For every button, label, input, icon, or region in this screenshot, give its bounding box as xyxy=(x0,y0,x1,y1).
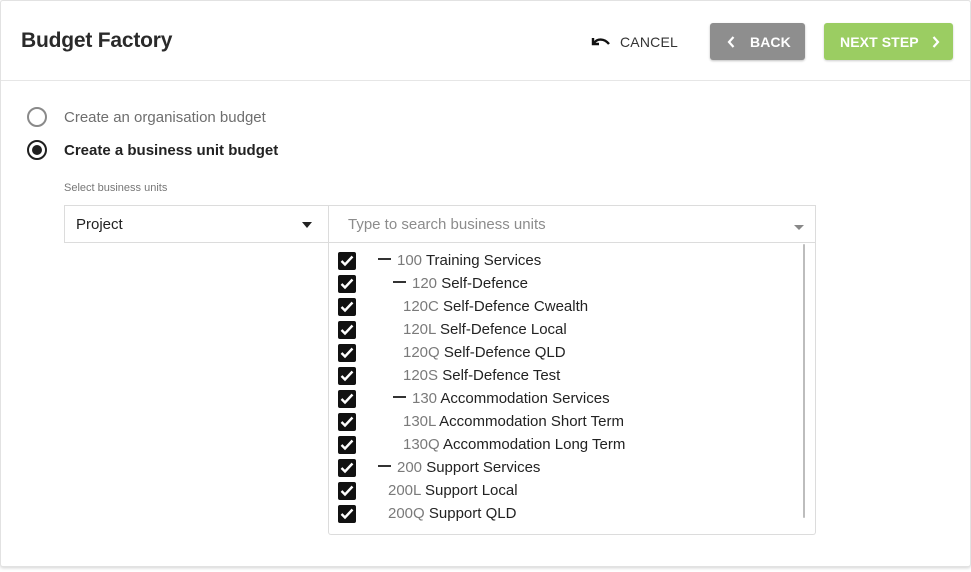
page-title: Budget Factory xyxy=(21,29,173,52)
radio-button[interactable] xyxy=(27,107,47,127)
cancel-label: CANCEL xyxy=(620,34,678,50)
next-step-button[interactable]: NEXT STEP xyxy=(824,23,953,60)
collapse-dash-icon[interactable] xyxy=(378,465,391,468)
next-step-label: NEXT STEP xyxy=(840,33,919,50)
checkbox-checked[interactable] xyxy=(338,252,356,270)
tree-item-label[interactable]: 200L Support Local xyxy=(388,482,518,500)
checkbox-checked[interactable] xyxy=(338,413,356,431)
back-label: BACK xyxy=(750,33,791,50)
tree-item-label[interactable]: 120L Self-Defence Local xyxy=(403,321,567,339)
tree-item-label[interactable]: 130Q Accommodation Long Term xyxy=(403,436,625,454)
budget-wizard-card: Budget Factory CANCEL BACK NEXT STEP Cre… xyxy=(0,0,971,567)
collapse-dash-icon[interactable] xyxy=(393,281,406,284)
radio-organisation-budget[interactable]: Create an organisation budget xyxy=(27,107,266,127)
collapse-dash-icon[interactable] xyxy=(378,258,391,261)
tree-item-label[interactable]: 200 Support Services xyxy=(378,459,540,477)
collapse-dash-icon[interactable] xyxy=(393,396,406,399)
checkbox-checked[interactable] xyxy=(338,459,356,477)
checkbox-checked[interactable] xyxy=(338,367,356,385)
checkbox-checked[interactable] xyxy=(338,344,356,362)
tree-item-label[interactable]: 120S Self-Defence Test xyxy=(403,367,560,385)
checkbox-checked[interactable] xyxy=(338,505,356,523)
undo-icon xyxy=(590,34,612,50)
radio-button-selected[interactable] xyxy=(27,140,47,160)
select-business-units-label: Select business units xyxy=(64,182,168,194)
checkbox-checked[interactable] xyxy=(338,390,356,408)
caret-down-icon[interactable] xyxy=(794,225,804,230)
radio-label: Create a business unit budget xyxy=(64,141,279,159)
tree-item-label[interactable]: 120 Self-Defence xyxy=(393,275,528,293)
business-unit-search-input[interactable] xyxy=(348,215,768,233)
back-button[interactable]: BACK xyxy=(710,23,805,60)
grouping-select[interactable]: Project xyxy=(64,205,329,243)
checkbox-checked[interactable] xyxy=(338,436,356,454)
radio-business-unit-budget[interactable]: Create a business unit budget xyxy=(27,140,278,160)
grouping-select-value: Project xyxy=(76,215,123,233)
cancel-button[interactable]: CANCEL xyxy=(590,31,678,53)
checkbox-checked[interactable] xyxy=(338,321,356,339)
chevron-left-icon xyxy=(727,35,735,48)
tree-item-label[interactable]: 120Q Self-Defence QLD xyxy=(403,344,566,362)
checkbox-checked[interactable] xyxy=(338,482,356,500)
tree-item-label[interactable]: 200Q Support QLD xyxy=(388,505,516,523)
checkbox-checked[interactable] xyxy=(338,298,356,316)
business-unit-tree: 100 Training Services 120 Self-Defence 1… xyxy=(328,243,816,535)
tree-item-label[interactable]: 130L Accommodation Short Term xyxy=(403,413,624,431)
tree-item-label[interactable]: 100 Training Services xyxy=(378,252,541,270)
scrollbar[interactable] xyxy=(803,244,805,518)
radio-label: Create an organisation budget xyxy=(64,108,266,126)
tree-item-label[interactable]: 130 Accommodation Services xyxy=(393,390,610,408)
chevron-right-icon xyxy=(932,35,940,48)
header-bar: Budget Factory CANCEL BACK NEXT STEP xyxy=(1,1,970,81)
checkbox-checked[interactable] xyxy=(338,275,356,293)
tree-item-label[interactable]: 120C Self-Defence Cwealth xyxy=(403,298,588,316)
caret-down-icon xyxy=(302,222,312,228)
business-unit-search[interactable] xyxy=(328,205,816,243)
